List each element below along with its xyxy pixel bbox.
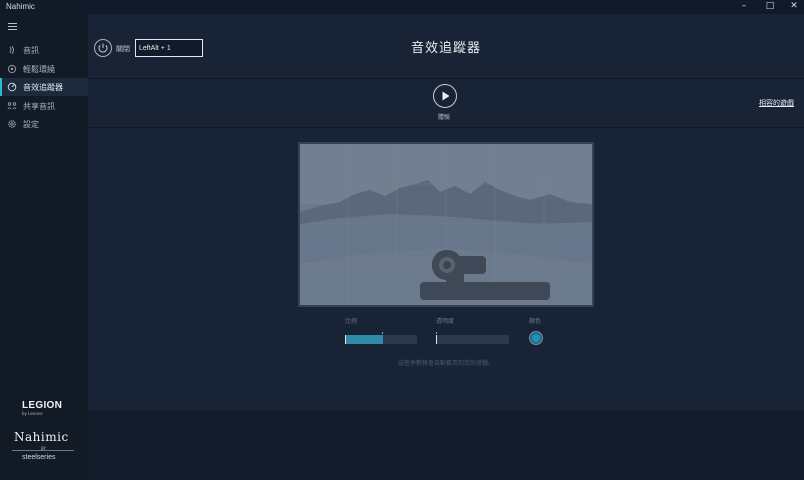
- sidebar-item-label: 音效追蹤器: [23, 83, 63, 92]
- sidebar-item-label: 輕鬆環繞: [23, 65, 55, 74]
- size-slider-fill: [345, 335, 384, 344]
- compatible-games-link[interactable]: 相容的遊戲: [759, 98, 794, 108]
- brand-by: BY: [41, 446, 46, 451]
- color-picker-button[interactable]: [529, 331, 543, 345]
- sidebar-item-label: 設定: [23, 120, 39, 129]
- nahimic-logo: Nahimic: [14, 430, 69, 444]
- size-label: 比例: [345, 318, 358, 325]
- minimize-button[interactable]: –: [734, 1, 754, 11]
- sidebar-item-label: 共享音訊: [23, 102, 55, 111]
- sidebar-item-surround[interactable]: 輕鬆環繞: [0, 60, 88, 78]
- audio-icon: [9, 45, 14, 55]
- page-title: 音效追蹤器: [410, 41, 481, 56]
- game-preview-image: [298, 142, 594, 307]
- hint-text: 這些參數將會自動套用到您的遊戲。: [397, 360, 494, 367]
- bottom-area: [88, 410, 804, 480]
- opacity-slider[interactable]: [436, 332, 509, 344]
- close-button[interactable]: ✕: [784, 1, 804, 11]
- legion-logo: LEGION: [22, 400, 63, 411]
- main-panel: 關閉 LeftAlt + 1 音效追蹤器 體驗 相容的遊戲 比例 透明度 顏色 …: [88, 14, 804, 410]
- size-slider-handle[interactable]: [382, 332, 384, 334]
- surround-icon: [7, 64, 17, 74]
- sidebar-item-settings[interactable]: 設定: [0, 115, 88, 133]
- title-bar: Nahimic – □ ✕: [0, 0, 804, 14]
- sidebar-item-sound-tracker[interactable]: 音效追蹤器: [0, 78, 88, 96]
- color-label: 顏色: [529, 318, 542, 325]
- steelseries-logo: steelseries: [22, 454, 56, 461]
- action-bar: 體驗 相容的遊戲: [88, 79, 804, 128]
- slider-start-marker: [436, 335, 437, 344]
- sidebar-item-share-audio[interactable]: 共享音訊: [0, 97, 88, 115]
- play-label: 體驗: [437, 114, 450, 121]
- opacity-slider-handle[interactable]: [436, 332, 438, 334]
- gear-icon: [8, 120, 16, 128]
- play-icon: [442, 91, 450, 101]
- sidebar-item-label: 音訊: [23, 46, 39, 55]
- maximize-button[interactable]: □: [760, 1, 780, 11]
- hamburger-icon[interactable]: [8, 23, 17, 32]
- share-icon: [7, 102, 17, 110]
- legion-sub: by Lenovo: [22, 411, 43, 416]
- app-title: Nahimic: [6, 2, 35, 11]
- sidebar: 音訊 輕鬆環繞 音效追蹤器 共享音訊 設定 LEGION by Lenovo N…: [0, 14, 88, 480]
- tracker-icon: [7, 82, 17, 92]
- slider-start-marker: [345, 335, 346, 344]
- opacity-label: 透明度: [436, 318, 455, 325]
- play-demo-button[interactable]: [433, 84, 457, 108]
- preview-scene: [300, 144, 592, 305]
- header-bar: 關閉 LeftAlt + 1 音效追蹤器: [88, 14, 804, 79]
- size-slider[interactable]: [345, 332, 417, 344]
- sidebar-item-audio[interactable]: 音訊: [0, 41, 88, 59]
